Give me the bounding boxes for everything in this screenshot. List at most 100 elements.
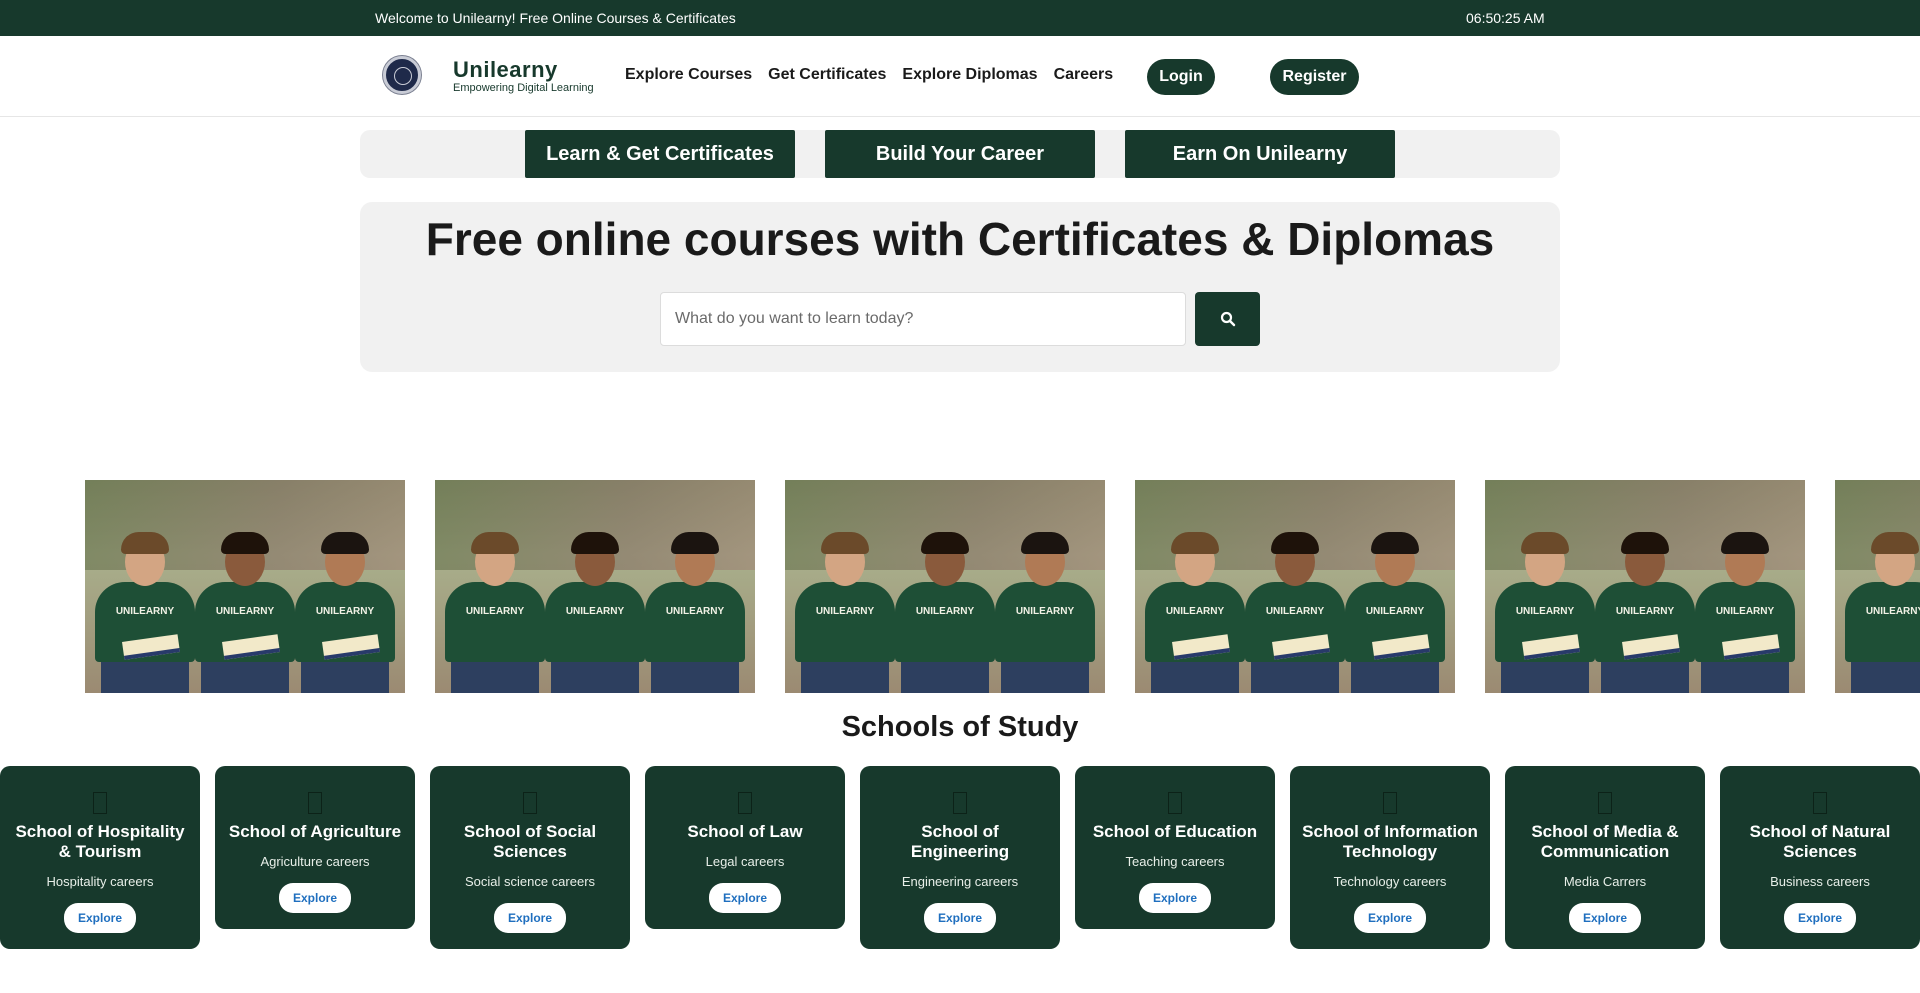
school-subtitle: Technology careers bbox=[1333, 874, 1447, 889]
shirt bbox=[995, 582, 1095, 662]
shirt-logo-text: UNILEARNY bbox=[1265, 606, 1325, 617]
pants bbox=[301, 662, 389, 693]
shirt-logo-text: UNILEARNY bbox=[665, 606, 725, 617]
hair bbox=[321, 532, 369, 554]
school-title: School of Hospitality & Tourism bbox=[15, 822, 185, 861]
clock: 06:50:25 AM bbox=[1466, 10, 1545, 26]
logo-seal-icon[interactable] bbox=[383, 56, 421, 94]
carousel-photo[interactable]: UNILEARNYUNILEARNYUNILEARNY bbox=[1835, 480, 1920, 693]
explore-button[interactable]: Explore bbox=[63, 903, 136, 933]
explore-button[interactable]: Explore bbox=[1138, 883, 1211, 913]
student-figure: UNILEARNY bbox=[1845, 532, 1920, 693]
student-figure: UNILEARNY bbox=[445, 532, 545, 693]
shirt-logo-text: UNILEARNY bbox=[915, 606, 975, 617]
student-figure: UNILEARNY bbox=[1145, 532, 1245, 693]
school-card: School of Education Teaching careers Explo… bbox=[1075, 766, 1275, 929]
schools-row: School of Hospitality & Tourism Hospitali… bbox=[0, 766, 1920, 993]
school-card: School of Agriculture Agriculture careers… bbox=[215, 766, 415, 929]
shirt-logo-text: UNILEARNY bbox=[1165, 606, 1225, 617]
shirt bbox=[645, 582, 745, 662]
explore-button[interactable]: Explore bbox=[278, 883, 351, 913]
shirt-logo-text: UNILEARNY bbox=[1515, 606, 1575, 617]
school-subtitle: Teaching careers bbox=[1125, 854, 1225, 869]
school-icon bbox=[1383, 792, 1397, 814]
school-subtitle: Engineering careers bbox=[901, 874, 1019, 889]
student-figure: UNILEARNY bbox=[295, 532, 395, 693]
explore-button[interactable]: Explore bbox=[1783, 903, 1856, 933]
explore-button[interactable]: Explore bbox=[1353, 903, 1426, 933]
hair bbox=[1271, 532, 1319, 554]
pants bbox=[551, 662, 639, 693]
main-nav: Explore Courses Get Certificates Explore… bbox=[625, 66, 1113, 84]
explore-button[interactable]: Explore bbox=[923, 903, 996, 933]
shirt-logo-text: UNILEARNY bbox=[215, 606, 275, 617]
school-icon bbox=[93, 792, 107, 814]
shirt bbox=[445, 582, 545, 662]
search-icon bbox=[1220, 311, 1235, 327]
hero-section: Free online courses with Certificates & … bbox=[360, 202, 1560, 372]
pants bbox=[451, 662, 539, 693]
hair bbox=[1621, 532, 1669, 554]
hair bbox=[821, 532, 869, 554]
school-title: School of Social Sciences bbox=[463, 822, 597, 861]
school-card: School of Media & Communication Media Car… bbox=[1505, 766, 1705, 949]
brand[interactable]: Unilearny Empowering Digital Learning bbox=[453, 58, 594, 95]
hair bbox=[221, 532, 269, 554]
shirt-logo-text: UNILEARNY bbox=[1865, 606, 1920, 617]
school-subtitle: Legal careers bbox=[705, 854, 785, 869]
tab-earn[interactable]: Earn On Unilearny bbox=[1125, 130, 1395, 178]
feature-tabs: Learn & Get Certificates Build Your Care… bbox=[360, 130, 1560, 178]
student-figure: UNILEARNY bbox=[545, 532, 645, 693]
tab-build-career[interactable]: Build Your Career bbox=[825, 130, 1095, 178]
nav-explore-diplomas[interactable]: Explore Diplomas bbox=[902, 66, 1037, 84]
shirt-logo-text: UNILEARNY bbox=[115, 606, 175, 617]
school-subtitle: Social science careers bbox=[464, 874, 596, 889]
carousel-photo[interactable]: UNILEARNYUNILEARNYUNILEARNY bbox=[785, 480, 1105, 693]
hair bbox=[121, 532, 169, 554]
pants bbox=[1701, 662, 1789, 693]
pants bbox=[1851, 662, 1920, 693]
hair bbox=[471, 532, 519, 554]
hair bbox=[1721, 532, 1769, 554]
shirt-logo-text: UNILEARNY bbox=[565, 606, 625, 617]
pants bbox=[201, 662, 289, 693]
school-title: School of Information Technology bbox=[1302, 822, 1478, 861]
school-title: School of Media & Communication bbox=[1531, 822, 1679, 861]
pants bbox=[1501, 662, 1589, 693]
school-card: School of Social Sciences Social science … bbox=[430, 766, 630, 949]
school-card: School of Engineering Engineering careers… bbox=[860, 766, 1060, 949]
login-button[interactable]: Login bbox=[1147, 59, 1215, 95]
search-button[interactable] bbox=[1195, 292, 1260, 346]
explore-button[interactable]: Explore bbox=[1568, 903, 1641, 933]
nav-careers[interactable]: Careers bbox=[1054, 66, 1114, 84]
hair bbox=[1371, 532, 1419, 554]
hair bbox=[1871, 532, 1919, 554]
brand-name[interactable]: Unilearny bbox=[453, 58, 594, 82]
pants bbox=[1151, 662, 1239, 693]
hair bbox=[1171, 532, 1219, 554]
carousel-photo[interactable]: UNILEARNYUNILEARNYUNILEARNY bbox=[1135, 480, 1455, 693]
search-input[interactable] bbox=[660, 292, 1186, 346]
tab-learn-certificates[interactable]: Learn & Get Certificates bbox=[525, 130, 795, 178]
explore-button[interactable]: Explore bbox=[708, 883, 781, 913]
photo-carousel[interactable]: UNILEARNY UNILEARNY UNILEARNY UNILEARNY UNIL… bbox=[0, 480, 1920, 693]
shirt bbox=[545, 582, 645, 662]
carousel-photo[interactable]: UNILEARNY UNILEARNY UNILEARNY bbox=[435, 480, 755, 693]
nav-get-certificates[interactable]: Get Certificates bbox=[768, 66, 886, 84]
register-button[interactable]: Register bbox=[1270, 59, 1359, 95]
welcome-message: Welcome to Unilearny! Free Online Course… bbox=[375, 10, 736, 26]
nav-explore-courses[interactable]: Explore Courses bbox=[625, 66, 752, 84]
school-title: School of Education bbox=[1092, 822, 1258, 841]
shirt bbox=[895, 582, 995, 662]
student-figure: UNILEARNY bbox=[95, 532, 195, 693]
school-card: School of Information Technology Technolo… bbox=[1290, 766, 1490, 949]
explore-button[interactable]: Explore bbox=[493, 903, 566, 933]
carousel-photo[interactable]: UNILEARNYUNILEARNYUNILEARNY bbox=[1485, 480, 1805, 693]
pants bbox=[101, 662, 189, 693]
shirt bbox=[795, 582, 895, 662]
pants bbox=[651, 662, 739, 693]
carousel-photo[interactable]: UNILEARNY UNILEARNY UNILEARNY bbox=[85, 480, 405, 693]
hair bbox=[1521, 532, 1569, 554]
student-figure: UNILEARNY bbox=[1245, 532, 1345, 693]
shirt bbox=[1845, 582, 1920, 662]
